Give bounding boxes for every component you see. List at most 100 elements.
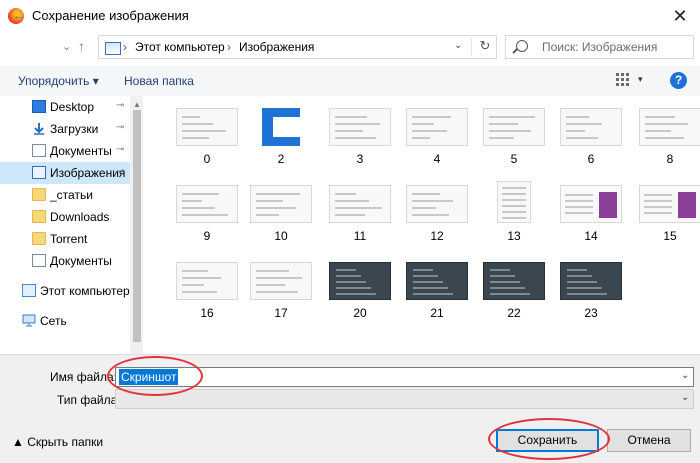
search-box[interactable]: Поиск: Изображения [505, 35, 694, 59]
navigation-pane: Desktop ⊸ Загрузки ⊸ Документы ⊸ Изображения ⊸ _… [0, 96, 143, 354]
desktop-icon [32, 100, 46, 113]
file-name: 23 [584, 306, 598, 320]
image-preview-icon [329, 108, 391, 146]
file-thumbnail[interactable]: 17 [250, 262, 314, 330]
address-bar[interactable]: › Этот компьютер › Изображения ⌄ ↻ [98, 35, 497, 59]
sidebar-item-label: _статьи [50, 188, 93, 202]
sidebar-item-label: Сеть [40, 314, 67, 328]
window-title: Сохранение изображения [32, 8, 189, 23]
sidebar-item[interactable]: _статьи [0, 184, 130, 206]
sidebar-scroll-thumb[interactable] [133, 110, 141, 342]
close-button[interactable]: ✕ [660, 0, 700, 32]
folder-icon [32, 210, 46, 223]
file-name: 4 [433, 152, 441, 166]
breadcrumb-pictures[interactable]: Изображения [239, 40, 314, 54]
sidebar-item[interactable]: Desktop ⊸ [0, 96, 130, 118]
sidebar-item[interactable]: Сеть [0, 310, 130, 332]
file-name: 2 [277, 152, 285, 166]
refresh-button[interactable]: ↻ [471, 38, 498, 56]
file-name: 20 [353, 306, 367, 320]
image-preview-icon [176, 108, 238, 146]
file-thumbnail[interactable]: 10 [250, 185, 314, 253]
image-preview-icon [639, 185, 700, 223]
file-thumbnail[interactable]: 8 [639, 108, 700, 176]
file-thumbnail[interactable]: 14 [560, 185, 624, 253]
search-placeholder: Поиск: Изображения [542, 40, 658, 54]
pin-icon: ⊸ [116, 122, 125, 133]
sidebar-item[interactable]: Документы ⊸ [0, 140, 130, 162]
recent-locations-button[interactable]: ⌄ [62, 40, 71, 53]
sidebar-item[interactable]: Этот компьютер [0, 280, 130, 302]
downloads-icon [32, 122, 46, 135]
documents-icon [32, 254, 46, 267]
image-preview-icon [639, 108, 700, 146]
image-preview-icon [176, 262, 238, 300]
file-thumbnail[interactable]: 12 [406, 185, 470, 253]
pictures-icon [105, 42, 121, 55]
file-name: 11 [353, 229, 367, 243]
cancel-button[interactable]: Отмена [607, 429, 691, 452]
sidebar-item-label: Torrent [50, 232, 88, 246]
file-name: 10 [274, 229, 288, 243]
file-name: 3 [356, 152, 364, 166]
filetype-label: Тип файла: [57, 393, 121, 407]
this-pc-icon [22, 284, 36, 297]
sidebar-item[interactable]: Документы [0, 250, 130, 272]
file-name: 15 [663, 229, 677, 243]
image-preview-icon [262, 108, 313, 146]
back-button[interactable]: ← [12, 7, 26, 23]
command-bar: Упорядочить ▾ Новая папка ▾ ? [0, 66, 700, 97]
file-thumbnail[interactable]: 9 [176, 185, 240, 253]
file-thumbnail[interactable]: 22 [483, 262, 547, 330]
sidebar-item[interactable]: Загрузки ⊸ [0, 118, 130, 140]
pin-icon: ⊸ [116, 144, 125, 155]
up-button[interactable]: ↑ [78, 38, 85, 54]
breadcrumb-this-pc[interactable]: Этот компьютер [135, 40, 225, 54]
file-thumbnail[interactable]: 4 [406, 108, 470, 176]
file-thumbnail[interactable]: 20 [329, 262, 393, 330]
organize-button[interactable]: Упорядочить ▾ [18, 74, 99, 88]
help-button[interactable]: ? [670, 72, 687, 89]
folder-icon [32, 232, 46, 245]
image-preview-icon [329, 262, 391, 300]
file-name: 0 [203, 152, 211, 166]
chevron-down-icon[interactable]: ⌄ [681, 370, 689, 381]
pictures-icon [32, 166, 46, 179]
hide-folders-button[interactable]: ▲ Скрыть папки [12, 435, 103, 449]
file-name: 16 [200, 306, 214, 320]
file-thumbnail[interactable]: 16 [176, 262, 240, 330]
file-thumbnail[interactable]: 6 [560, 108, 624, 176]
folder-icon [32, 188, 46, 201]
sidebar-item-label: Desktop [50, 100, 95, 114]
pin-icon: ⊸ [116, 100, 125, 111]
file-thumbnail[interactable]: 15 [639, 185, 700, 253]
file-thumbnail[interactable]: 3 [329, 108, 393, 176]
file-thumbnail[interactable]: 5 [483, 108, 547, 176]
file-thumbnail[interactable]: 23 [560, 262, 624, 330]
file-name: 6 [587, 152, 595, 166]
file-thumbnail[interactable]: 13 [483, 181, 547, 253]
file-thumbnail[interactable]: 0 [176, 108, 240, 176]
view-options-icon[interactable] [616, 73, 630, 86]
image-preview-icon [250, 185, 312, 223]
scroll-up-icon[interactable]: ▲ [133, 100, 141, 109]
image-preview-icon [483, 108, 545, 146]
file-thumbnail[interactable]: 11 [329, 185, 393, 253]
sidebar-item[interactable]: Torrent [0, 228, 130, 250]
sidebar-item-label: Этот компьютер [40, 284, 130, 298]
file-thumbnail[interactable]: 2 [250, 108, 314, 176]
sidebar-item[interactable]: Изображения ⊸ [0, 162, 130, 184]
file-thumbnail[interactable]: 21 [406, 262, 470, 330]
forward-button[interactable]: → [38, 7, 52, 23]
chevron-down-icon[interactable]: ⌄ [454, 40, 462, 51]
sidebar-item-label: Документы [50, 254, 112, 268]
image-preview-icon [250, 262, 312, 300]
filetype-select[interactable]: ⌄ [115, 389, 694, 409]
sidebar-item[interactable]: Downloads [0, 206, 130, 228]
network-icon [22, 314, 36, 327]
view-dropdown-icon[interactable]: ▾ [638, 74, 643, 85]
breadcrumb-separator: › [227, 40, 231, 54]
new-folder-button[interactable]: Новая папка [124, 74, 194, 88]
chevron-down-icon[interactable]: ⌄ [681, 392, 689, 403]
image-preview-icon [560, 108, 622, 146]
